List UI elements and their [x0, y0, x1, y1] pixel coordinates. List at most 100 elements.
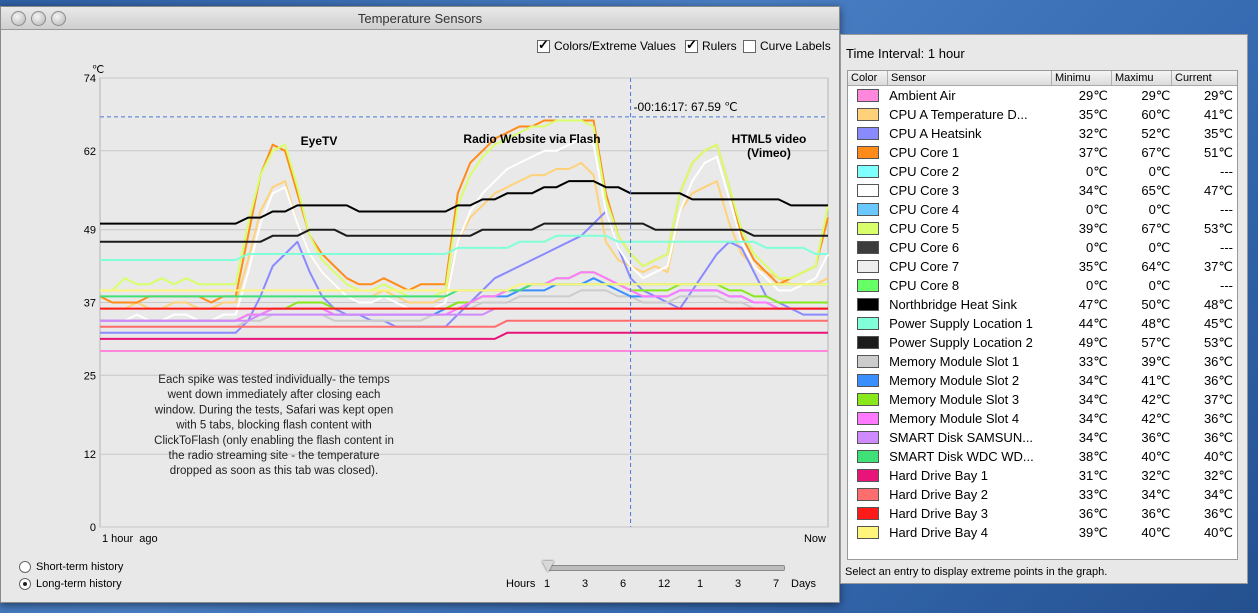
color-cell [848, 336, 887, 349]
sensor-name: Hard Drive Bay 2 [889, 487, 989, 502]
title-bar[interactable]: Temperature Sensors [1, 7, 839, 30]
table-row[interactable]: CPU A Temperature D... 35℃ 60℃ 41℃ [848, 105, 1237, 124]
column-header-max[interactable]: Maximu [1112, 71, 1172, 85]
checkbox-box[interactable] [743, 39, 756, 53]
table-header: Color Sensor Minimu Maximu Current [848, 71, 1237, 86]
rulers-checkbox[interactable]: Rulers [685, 37, 737, 53]
max-value: 64℃ [1141, 258, 1171, 274]
slider-days-label: Days [791, 578, 817, 590]
table-row[interactable]: CPU Core 3 34℃ 65℃ 47℃ [848, 181, 1237, 200]
max-value: 39℃ [1141, 353, 1171, 369]
sensor-name: CPU Core 2 [889, 164, 960, 179]
color-cell [848, 298, 887, 311]
table-row[interactable]: CPU Core 4 0℃ 0℃ --- [848, 200, 1237, 219]
color-cell [848, 108, 887, 121]
slider-tick-label: 3 [582, 578, 589, 590]
column-header-color[interactable]: Color [848, 71, 888, 85]
sensor-name: Power Supply Location 2 [889, 335, 1033, 350]
table-row[interactable]: Hard Drive Bay 4 39℃ 40℃ 40℃ [848, 523, 1237, 542]
column-header-sensor[interactable]: Sensor [888, 71, 1052, 85]
color-cell [848, 203, 887, 216]
current-value: --- [1220, 278, 1233, 293]
table-row[interactable]: Memory Module Slot 3 34℃ 42℃ 37℃ [848, 390, 1237, 409]
min-value: 29℃ [1078, 87, 1108, 103]
current-value: 37℃ [1203, 258, 1233, 274]
slider-track[interactable] [547, 565, 785, 571]
table-row[interactable]: Hard Drive Bay 3 36℃ 36℃ 36℃ [848, 504, 1237, 523]
max-value: 67℃ [1141, 220, 1171, 236]
note-text: with 5 tabs, blocking flash content with [175, 420, 372, 432]
table-row[interactable]: Power Supply Location 2 49℃ 57℃ 53℃ [848, 333, 1237, 352]
sensor-name: CPU Core 8 [889, 278, 960, 293]
color-swatch [856, 222, 879, 235]
table-row[interactable]: Memory Module Slot 2 34℃ 41℃ 36℃ [848, 371, 1237, 390]
temperature-chart[interactable]: 0122537496274℃1 hour ago Now-00:16:17: 67… [9, 63, 831, 553]
curve-labels-checkbox[interactable]: Curve Labels [743, 39, 831, 53]
long-term-radio[interactable]: Long-term history [19, 578, 122, 590]
max-value: 0℃ [1148, 201, 1171, 217]
color-swatch [856, 184, 879, 197]
note-text: Each spike was tested individually- the … [158, 374, 390, 386]
table-row[interactable]: Hard Drive Bay 2 33℃ 34℃ 34℃ [848, 485, 1237, 504]
current-value: --- [1220, 164, 1233, 179]
table-row[interactable]: CPU Core 1 37℃ 67℃ 51℃ [848, 143, 1237, 162]
table-row[interactable]: Memory Module Slot 1 33℃ 39℃ 36℃ [848, 352, 1237, 371]
table-row[interactable]: Power Supply Location 1 44℃ 48℃ 45℃ [848, 314, 1237, 333]
min-value: 34℃ [1078, 410, 1108, 426]
color-swatch [856, 450, 879, 463]
table-row[interactable]: CPU Core 7 35℃ 64℃ 37℃ [848, 257, 1237, 276]
table-row[interactable]: Hard Drive Bay 1 31℃ 32℃ 32℃ [848, 466, 1237, 485]
current-value: 48℃ [1203, 296, 1233, 312]
table-row[interactable]: Memory Module Slot 4 34℃ 42℃ 36℃ [848, 409, 1237, 428]
table-row[interactable]: CPU Core 8 0℃ 0℃ --- [848, 276, 1237, 295]
min-value: 34℃ [1078, 429, 1108, 445]
max-value: 0℃ [1148, 277, 1171, 293]
table-row[interactable]: CPU Core 2 0℃ 0℃ --- [848, 162, 1237, 181]
column-header-current[interactable]: Current [1172, 71, 1237, 85]
color-cell [848, 222, 887, 235]
min-value: 49℃ [1078, 334, 1108, 350]
table-row[interactable]: Northbridge Heat Sink 47℃ 50℃ 48℃ [848, 295, 1237, 314]
current-value: 36℃ [1203, 353, 1233, 369]
min-value: 0℃ [1085, 163, 1108, 179]
sensor-name: CPU Core 6 [889, 240, 960, 255]
sensor-name: Hard Drive Bay 3 [889, 506, 989, 521]
annotation-label: Radio Website via Flash [463, 132, 600, 146]
sensor-name: CPU Core 4 [889, 202, 960, 217]
checkbox-box[interactable] [685, 37, 698, 53]
current-value: 34℃ [1203, 486, 1233, 502]
slider-thumb[interactable] [542, 561, 554, 572]
table-row[interactable]: SMART Disk WDC WD... 38℃ 40℃ 40℃ [848, 447, 1237, 466]
max-value: 60℃ [1141, 106, 1171, 122]
color-cell [848, 260, 887, 273]
table-row[interactable]: CPU Core 6 0℃ 0℃ --- [848, 238, 1237, 257]
sensor-name: CPU Core 7 [889, 259, 960, 274]
color-swatch [856, 488, 879, 501]
column-header-min[interactable]: Minimu [1052, 71, 1112, 85]
radio-label: Long-term history [36, 578, 122, 590]
color-cell [848, 89, 887, 102]
sensor-name: CPU Core 3 [889, 183, 960, 198]
table-body: Ambient Air 29℃ 29℃ 29℃ CPU A Temperature D.… [848, 86, 1237, 542]
color-cell [848, 184, 887, 197]
min-value: 36℃ [1078, 505, 1108, 521]
checkbox-box[interactable] [537, 37, 550, 53]
current-value: --- [1220, 202, 1233, 217]
table-row[interactable]: Ambient Air 29℃ 29℃ 29℃ [848, 86, 1237, 105]
colors-extreme-checkbox[interactable]: Colors/Extreme Values [537, 37, 676, 53]
color-cell [848, 165, 887, 178]
min-value: 39℃ [1078, 220, 1108, 236]
color-cell [848, 355, 887, 368]
table-row[interactable]: CPU Core 5 39℃ 67℃ 53℃ [848, 219, 1237, 238]
radio-dot[interactable] [19, 561, 31, 573]
y-tick-label: 62 [84, 146, 96, 158]
sensor-table[interactable]: Color Sensor Minimu Maximu Current Ambie… [847, 70, 1238, 560]
max-value: 42℃ [1141, 391, 1171, 407]
table-row[interactable]: SMART Disk SAMSUN... 34℃ 36℃ 36℃ [848, 428, 1237, 447]
current-value: 35℃ [1203, 125, 1233, 141]
slider-tick-label: 7 [773, 578, 780, 590]
radio-dot[interactable] [19, 578, 31, 590]
short-term-radio[interactable]: Short-term history [19, 561, 123, 573]
table-row[interactable]: CPU A Heatsink 32℃ 52℃ 35℃ [848, 124, 1237, 143]
history-slider[interactable] [542, 561, 785, 575]
